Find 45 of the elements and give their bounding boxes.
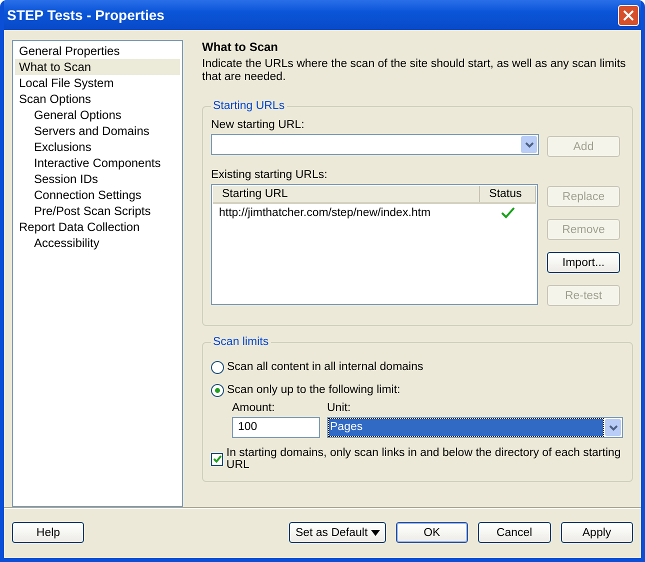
page-title: What to Scan (202, 40, 280, 54)
tree-item[interactable]: Servers and Domains (15, 123, 180, 139)
column-header[interactable]: Starting URL (213, 186, 480, 202)
dialog-button[interactable]: Cancel (478, 522, 551, 543)
tree-item[interactable]: What to Scan (15, 59, 180, 75)
tree-item[interactable]: Pre/Post Scan Scripts (15, 203, 180, 219)
close-icon (623, 10, 634, 20)
window-title: STEP Tests - Properties (7, 7, 164, 23)
caret-icon (608, 424, 618, 430)
menu-button[interactable]: Set as Default (289, 522, 386, 543)
radio-label: Scan all content in all internal domains (227, 361, 424, 373)
close-button[interactable] (618, 4, 639, 26)
field-label: Amount: (232, 402, 276, 414)
table-cell-text: http://jimthatcher.com/step/new/index.htm (218, 206, 432, 218)
column-header[interactable]: Status (480, 186, 536, 202)
caret-icon (524, 142, 534, 148)
tree-item[interactable]: Report Data Collection (15, 219, 180, 235)
ok-button[interactable]: OK (396, 522, 468, 543)
tree-item[interactable]: Accessibility (15, 235, 180, 251)
tree-item[interactable]: Connection Settings (15, 187, 180, 203)
field-label: New starting URL: (211, 119, 306, 131)
tree-item[interactable]: Local File System (15, 75, 180, 91)
checkbox[interactable] (211, 452, 224, 466)
url-combo-field[interactable] (211, 134, 539, 155)
tree-item[interactable]: General Options (15, 107, 180, 123)
dropdown-triangle-icon (370, 530, 380, 536)
tree-item[interactable]: Interactive Components (15, 155, 180, 171)
tree-item[interactable]: Exclusions (15, 139, 180, 155)
dialog-button[interactable]: Apply (560, 522, 633, 543)
action-button[interactable]: Import... (547, 252, 620, 273)
radio-button[interactable] (211, 360, 224, 374)
unit-select[interactable]: Pages (327, 417, 623, 438)
amount-field[interactable]: 100 (232, 417, 320, 438)
tree-item[interactable]: Scan Options (15, 91, 180, 107)
field-label: Existing starting URLs: (211, 169, 328, 181)
page-description: Indicate the URLs where the scan of the site should start, as well as any scan limits that are needed. (202, 58, 627, 84)
radio-button[interactable] (211, 384, 224, 396)
checkbox-label: In starting domains, only scan links in and below the directory of each starting URL (226, 447, 622, 471)
group-legend: Starting URLs (211, 100, 287, 112)
group-legend: Scan limits (211, 336, 271, 348)
radio-label: Scan only up to the following limit: (227, 384, 400, 396)
dialog-button[interactable]: Help (12, 522, 84, 543)
tree-item[interactable]: General Properties (15, 43, 180, 59)
tree-item[interactable]: Session IDs (15, 171, 180, 187)
field-label: Unit: (327, 402, 352, 414)
